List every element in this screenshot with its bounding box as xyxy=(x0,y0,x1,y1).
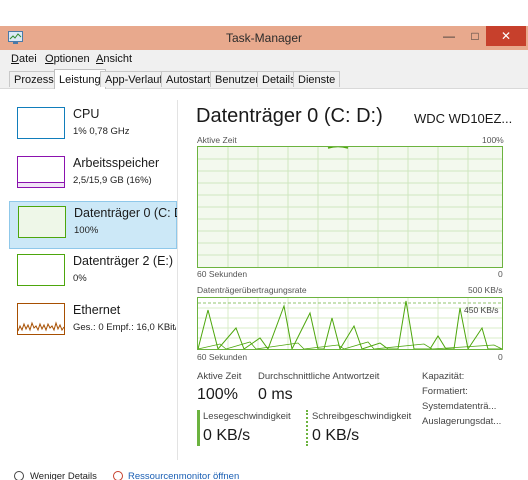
cpu-thumbnail xyxy=(17,107,65,139)
minimize-button[interactable]: — xyxy=(436,26,462,46)
footer-bar: Weniger Details Ressourcenmonitor öffnen xyxy=(0,469,528,480)
menu-optionen[interactable]: Optionen xyxy=(45,53,90,65)
tab-app-verlauf[interactable]: App-Verlauf xyxy=(100,71,168,87)
resource-sidebar: CPU 1% 0,78 GHz Arbeitsspeicher 2,5/15,9… xyxy=(9,100,178,460)
sidebar-item-cpu[interactable]: CPU 1% 0,78 GHz xyxy=(9,103,177,151)
graph-active-time-label: Aktive Zeit xyxy=(197,135,237,145)
sidebar-item-subtitle: 100% xyxy=(74,225,99,236)
sidebar-item-title: Arbeitsspeicher xyxy=(73,156,160,170)
graph-transfer-rate-marker: 450 KB/s xyxy=(464,305,499,315)
transfer-rate-graph: 450 KB/s xyxy=(197,297,503,350)
tab-benutzer[interactable]: Benutzer xyxy=(210,71,265,87)
graph-transfer-rate-max: 500 KB/s xyxy=(468,285,503,295)
sidebar-item-title: Datenträger 0 (C: D:) xyxy=(74,206,177,220)
ethernet-thumbnail xyxy=(17,303,65,335)
title-bar: Task-Manager — □ ✕ xyxy=(0,26,528,50)
property-capacity: Kapazität: xyxy=(422,371,465,382)
response-time-label: Durchschnittliche Antwortzeit xyxy=(258,371,380,382)
property-page-file: Auslagerungsdat... xyxy=(422,416,502,427)
write-speed-label: Schreibgeschwindigkeit xyxy=(312,411,412,422)
disk-0-thumbnail xyxy=(18,206,66,238)
sidebar-item-disk-0[interactable]: Datenträger 0 (C: D:) 100% xyxy=(9,201,177,249)
graph-active-time-xleft: 60 Sekunden xyxy=(197,269,248,279)
sidebar-item-subtitle: 1% 0,78 GHz xyxy=(73,126,130,137)
sidebar-item-title: CPU xyxy=(73,107,100,121)
sidebar-item-disk-2[interactable]: Datenträger 2 (E:) 0% xyxy=(9,250,177,298)
close-button[interactable]: ✕ xyxy=(486,26,526,46)
active-time-stat-value: 100% xyxy=(197,386,238,403)
performance-content: CPU 1% 0,78 GHz Arbeitsspeicher 2,5/15,9… xyxy=(0,89,528,469)
resource-monitor-icon xyxy=(113,471,123,480)
sidebar-item-title: Ethernet xyxy=(73,303,121,317)
memory-thumbnail xyxy=(17,156,65,188)
active-time-stat-label: Aktive Zeit xyxy=(197,371,242,382)
read-speed-label: Lesegeschwindigkeit xyxy=(203,411,291,422)
sidebar-item-subtitle: 0% xyxy=(73,273,87,284)
less-details-link[interactable]: Weniger Details xyxy=(30,471,97,480)
property-formatted: Formatiert: xyxy=(422,386,468,397)
chevron-up-icon[interactable] xyxy=(14,471,24,480)
tab-bar: Prozesse Leistung App-Verlauf Autostart … xyxy=(0,68,528,89)
graph-transfer-rate-label: Datenträgerübertragungsrate xyxy=(197,285,307,295)
sidebar-item-title: Datenträger 2 (E:) xyxy=(73,254,174,268)
maximize-button[interactable]: □ xyxy=(462,26,488,46)
sidebar-item-subtitle: Ges.: 0 Empf.: 16,0 KBit/s xyxy=(73,322,176,333)
page-title: Datenträger 0 (C: D:) xyxy=(196,105,383,127)
active-time-grid xyxy=(198,147,502,267)
graph-transfer-rate-xright: 0 xyxy=(498,352,503,362)
transfer-rate-grid xyxy=(198,298,502,349)
response-time-value: 0 ms xyxy=(258,386,293,403)
property-system-disk: Systemdatenträ... xyxy=(422,401,497,412)
write-speed-indicator xyxy=(306,410,308,446)
menu-bar: Datei Optionen Ansicht xyxy=(0,50,528,68)
sidebar-item-subtitle: 2,5/15,9 GB (16%) xyxy=(73,175,152,186)
write-speed-value: 0 KB/s xyxy=(312,427,360,444)
graph-transfer-rate-xleft: 60 Sekunden xyxy=(197,352,248,362)
read-speed-indicator xyxy=(197,410,200,446)
tab-dienste[interactable]: Dienste xyxy=(293,71,341,87)
disk-model: WDC WD10EZ... xyxy=(414,111,513,126)
graph-active-time-xright: 0 xyxy=(498,269,503,279)
ethernet-sparkline xyxy=(17,321,65,332)
read-speed-value: 0 KB/s xyxy=(203,427,251,444)
graph-active-time-max: 100% xyxy=(482,135,504,145)
tab-leistung[interactable]: Leistung xyxy=(54,69,106,89)
menu-datei[interactable]: Datei xyxy=(11,53,37,65)
tab-autostart[interactable]: Autostart xyxy=(161,71,216,87)
resource-monitor-link[interactable]: Ressourcenmonitor öffnen xyxy=(128,471,239,480)
sidebar-item-memory[interactable]: Arbeitsspeicher 2,5/15,9 GB (16%) xyxy=(9,152,177,200)
active-time-graph xyxy=(197,146,503,268)
menu-ansicht[interactable]: Ansicht xyxy=(96,53,132,65)
disk-2-thumbnail xyxy=(17,254,65,286)
sidebar-item-ethernet[interactable]: Ethernet Ges.: 0 Empf.: 16,0 KBit/s xyxy=(9,299,177,347)
